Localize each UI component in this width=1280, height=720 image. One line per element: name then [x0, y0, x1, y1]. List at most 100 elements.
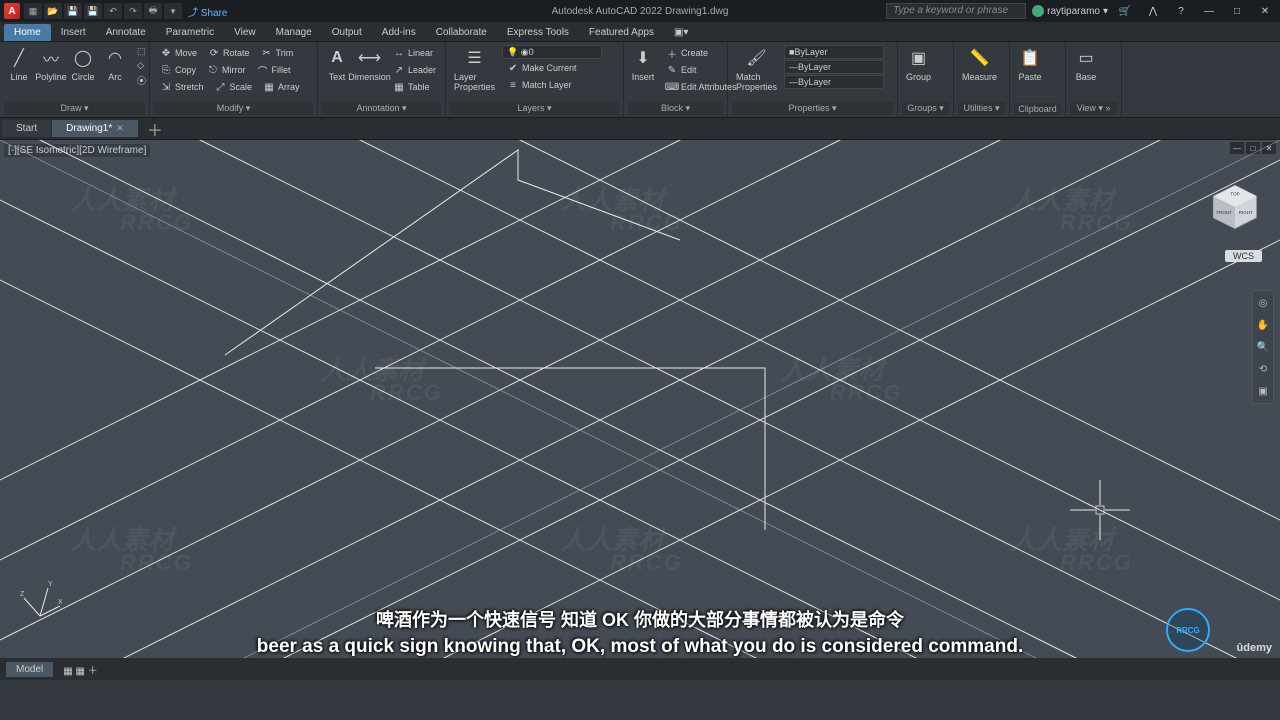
info-icon[interactable]: ?	[1170, 2, 1192, 20]
qat-save-icon[interactable]: 💾	[64, 3, 82, 19]
search-input[interactable]: Type a keyword or phrase	[886, 3, 1026, 19]
modify-scale-button[interactable]: ⤢Scale	[210, 79, 257, 95]
nav-wheel-icon[interactable]: ◎	[1255, 295, 1271, 311]
tab-new-button[interactable]: ＋	[139, 114, 171, 144]
panel-utilities-title[interactable]: Utilities ▾	[958, 102, 1005, 115]
panel-groups-title[interactable]: Groups ▾	[902, 102, 949, 115]
match-properties-button[interactable]: 🖌Match Properties	[732, 44, 781, 94]
modify-move-button[interactable]: ✥Move	[155, 45, 201, 61]
annot-dimension-button[interactable]: ⟷Dimension	[354, 44, 385, 84]
model-tab[interactable]: Model	[6, 662, 53, 677]
modify-stretch-button[interactable]: ⇲Stretch	[155, 79, 208, 95]
draw-line-button[interactable]: ╱Line	[4, 44, 34, 84]
layer-properties-button[interactable]: ☰Layer Properties	[450, 44, 499, 94]
nav-pan-icon[interactable]: ✋	[1255, 317, 1271, 333]
text-icon: A	[325, 46, 349, 70]
draw-arc-button[interactable]: ◠Arc	[100, 44, 130, 84]
linetype-combo[interactable]: — ByLayer	[784, 75, 884, 89]
ribbon-tab-insert[interactable]: Insert	[51, 24, 96, 41]
draw-extra-2[interactable]: ◇	[133, 59, 150, 72]
user-menu[interactable]: raytiparamo ▾	[1032, 5, 1108, 17]
maximize-button[interactable]: □	[1226, 2, 1248, 20]
measure-button[interactable]: 📏Measure	[958, 44, 1001, 84]
qat-undo-icon[interactable]: ↶	[104, 3, 122, 19]
ribbon-tab-featured[interactable]: Featured Apps	[579, 24, 664, 41]
panel-modify: ✥Move ⟳Rotate ✂Trim ⎘Copy ⎋Mirror ⌒Fille…	[150, 42, 318, 117]
nav-zoom-icon[interactable]: 🔍	[1255, 339, 1271, 355]
qat-saveas-icon[interactable]: 💾	[84, 3, 102, 19]
make-current-button[interactable]: ✔Make Current	[502, 60, 618, 76]
match-layer-button[interactable]: ≡Match Layer	[502, 77, 618, 93]
ribbon-tab-home[interactable]: Home	[4, 24, 51, 41]
panel-modify-title[interactable]: Modify ▾	[154, 102, 313, 115]
panel-properties-title[interactable]: Properties ▾	[732, 102, 893, 115]
modify-mirror-button[interactable]: ⎋Mirror	[202, 62, 250, 78]
app-menu-icon[interactable]: ⋀	[1142, 2, 1164, 20]
linear-icon: ↔	[392, 46, 406, 60]
ribbon-tab-annotate[interactable]: Annotate	[96, 24, 156, 41]
minimize-button[interactable]: —	[1198, 2, 1220, 20]
help-icon[interactable]: 🛒	[1114, 2, 1136, 20]
block-insert-button[interactable]: ⬇Insert	[628, 44, 658, 84]
close-button[interactable]: ✕	[1254, 2, 1276, 20]
ribbon-tab-parametric[interactable]: Parametric	[156, 24, 224, 41]
annot-leader-button[interactable]: ↗Leader	[388, 62, 440, 78]
panel-view-title[interactable]: View ▾ »	[1070, 102, 1117, 115]
modify-copy-button[interactable]: ⎘Copy	[155, 62, 200, 78]
status-bar: Model ▦ ▦ ＋	[0, 658, 1280, 680]
rotate-icon: ⟳	[207, 46, 221, 60]
modify-fillet-button[interactable]: ⌒Fillet	[252, 62, 295, 78]
nav-showmotion-icon[interactable]: ▣	[1255, 383, 1271, 399]
draw-polyline-button[interactable]: 〰Polyline	[36, 44, 66, 84]
panel-layers: ☰Layer Properties 💡 ◉ 0 ✔Make Current ≡M…	[446, 42, 624, 117]
qat-more-icon[interactable]: ▾	[164, 3, 182, 19]
color-combo[interactable]: ■ ByLayer	[784, 45, 884, 59]
insert-block-icon: ⬇	[631, 46, 655, 70]
panel-clipboard-title[interactable]: Clipboard	[1014, 103, 1061, 115]
group-button[interactable]: ▣Group	[902, 44, 935, 84]
app-logo[interactable]: A	[4, 3, 20, 19]
qat-redo-icon[interactable]: ↷	[124, 3, 142, 19]
panel-draw-title[interactable]: Draw ▾	[4, 102, 145, 115]
arc-icon: ◠	[103, 46, 127, 70]
tab-drawing1[interactable]: Drawing1*✕	[52, 120, 138, 137]
panel-annotation-title[interactable]: Annotation ▾	[322, 102, 441, 115]
draw-circle-button[interactable]: ◯Circle	[68, 44, 98, 84]
annot-linear-button[interactable]: ↔Linear	[388, 45, 440, 61]
tab-close-icon[interactable]: ✕	[116, 123, 124, 134]
ribbon-tab-collaborate[interactable]: Collaborate	[426, 24, 497, 41]
ribbon-tab-view[interactable]: View	[224, 24, 266, 41]
modify-array-button[interactable]: ▦Array	[258, 79, 304, 95]
lineweight-combo[interactable]: — ByLayer	[784, 60, 884, 74]
tab-start[interactable]: Start	[2, 120, 51, 137]
ribbon-tab-express[interactable]: Express Tools	[497, 24, 579, 41]
annot-table-button[interactable]: ▦Table	[388, 79, 440, 95]
ribbon-tab-output[interactable]: Output	[322, 24, 372, 41]
viewcube[interactable]: TOP FRONT RIGHT	[1208, 180, 1262, 234]
layout-tabs[interactable]: ▦ ▦ ＋	[57, 662, 103, 677]
qat-open-icon[interactable]: 📂	[44, 3, 62, 19]
attr-icon: ⌨	[665, 80, 679, 94]
svg-text:Z: Z	[20, 591, 25, 598]
paste-button[interactable]: 📋Paste	[1014, 44, 1046, 84]
modify-trim-button[interactable]: ✂Trim	[256, 45, 298, 61]
qat-print-icon[interactable]: 🖶	[144, 3, 162, 19]
base-button[interactable]: ▭Base	[1070, 44, 1102, 84]
move-icon: ✥	[159, 46, 173, 60]
panel-groups: ▣Group Groups ▾	[898, 42, 954, 117]
share-button[interactable]: ⤴ Share	[188, 4, 227, 19]
modify-rotate-button[interactable]: ⟳Rotate	[203, 45, 254, 61]
qat-new-icon[interactable]: ▦	[24, 3, 42, 19]
panel-block-title[interactable]: Block ▾	[628, 102, 723, 115]
drawing-viewport[interactable]: [-][SE Isometric][2D Wireframe] — □ ✕	[0, 140, 1280, 680]
layer-combo[interactable]: 💡 ◉ 0	[502, 45, 602, 59]
ribbon-tab-focus[interactable]: ▣▾	[664, 24, 698, 41]
panel-layers-title[interactable]: Layers ▾	[450, 102, 619, 115]
wcs-badge[interactable]: WCS	[1225, 250, 1262, 262]
draw-extra-1[interactable]: ⬚	[133, 45, 150, 58]
draw-extra-3[interactable]: ⦿	[133, 73, 150, 88]
ribbon-tab-manage[interactable]: Manage	[266, 24, 322, 41]
nav-orbit-icon[interactable]: ⟲	[1255, 361, 1271, 377]
ribbon-tab-addins[interactable]: Add-ins	[372, 24, 426, 41]
scale-icon: ⤢	[214, 80, 228, 94]
